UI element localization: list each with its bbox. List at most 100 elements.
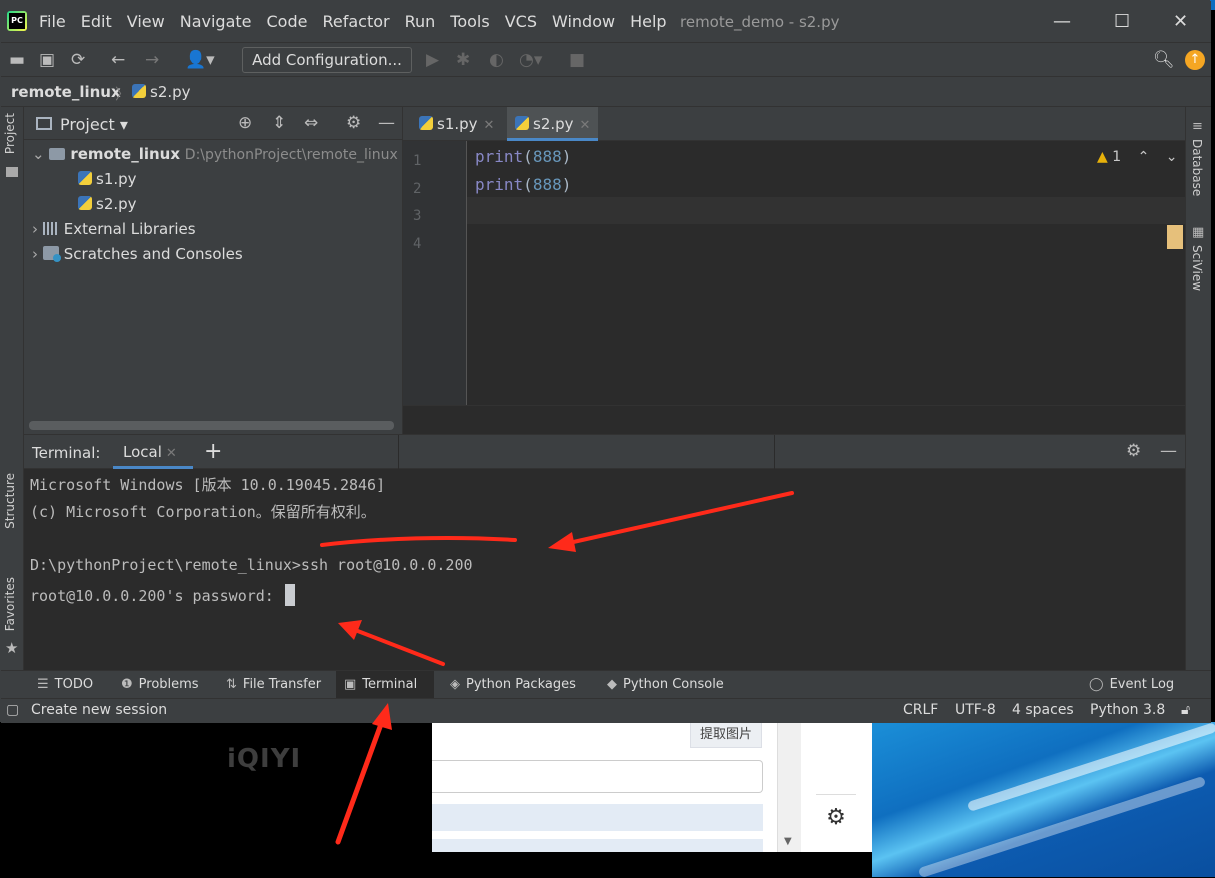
- tree-external-libraries[interactable]: › External Libraries: [32, 220, 196, 238]
- encoding-widget[interactable]: UTF-8: [955, 702, 996, 718]
- close-tab-icon[interactable]: ✕: [484, 118, 495, 133]
- inspection-widget[interactable]: ▲ 1 ⌃ ⌄: [1097, 149, 1178, 165]
- menu-vcs[interactable]: VCS: [505, 12, 537, 31]
- tab-label: s2.py: [533, 115, 574, 133]
- save-icon[interactable]: ▣: [39, 49, 55, 71]
- background-input[interactable]: [432, 760, 763, 793]
- open-folder-icon[interactable]: ▬: [9, 49, 25, 71]
- code-line[interactable]: print(888): [475, 147, 571, 166]
- debug-icon[interactable]: ✱: [456, 49, 470, 71]
- menu-run[interactable]: Run: [405, 12, 436, 31]
- menu-file[interactable]: File: [39, 12, 66, 31]
- menu-window[interactable]: Window: [552, 12, 615, 31]
- breadcrumb-project[interactable]: remote_linux: [11, 83, 121, 101]
- user-icon[interactable]: 👤▾: [185, 49, 215, 71]
- chevron-down-icon[interactable]: ⌄: [1166, 149, 1178, 165]
- problems-tool-button[interactable]: ❶ Problems: [113, 671, 207, 699]
- close-tab-icon[interactable]: ✕: [166, 446, 177, 461]
- list-icon: ☰: [37, 677, 49, 692]
- file-transfer-tool-button[interactable]: ⇅ File Transfer: [218, 671, 329, 699]
- tool-button-label: TODO: [54, 677, 94, 692]
- menu-help[interactable]: Help: [630, 12, 666, 31]
- profile-icon[interactable]: ◔▾: [519, 49, 542, 71]
- menu-tools[interactable]: Tools: [450, 12, 489, 31]
- line-number: 4: [413, 236, 422, 252]
- interpreter-widget[interactable]: Python 3.8: [1090, 702, 1165, 718]
- search-icon[interactable]: 🔍︎: [1153, 49, 1175, 71]
- structure-tool-tab[interactable]: Structure: [3, 473, 17, 529]
- gear-icon[interactable]: ⚙: [346, 113, 361, 133]
- tree-file[interactable]: s2.py: [78, 195, 137, 213]
- chevron-up-icon[interactable]: ⌃: [1138, 149, 1150, 165]
- extract-image-button[interactable]: 提取图片: [690, 722, 762, 748]
- sciview-icon: ▦: [1192, 225, 1205, 240]
- tree-scratches[interactable]: › Scratches and Consoles: [32, 245, 243, 263]
- breadcrumb-file[interactable]: s2.py: [132, 83, 191, 101]
- indent-widget[interactable]: 4 spaces: [1012, 702, 1074, 718]
- background-list-item[interactable]: [432, 804, 763, 831]
- close-button[interactable]: ✕: [1173, 11, 1188, 32]
- terminal-prompt-line: root@10.0.0.200's password:: [30, 584, 295, 606]
- code-paren: (: [523, 147, 533, 166]
- python-console-tool-button[interactable]: ◆ Python Console: [599, 671, 732, 699]
- menu-code[interactable]: Code: [267, 12, 308, 31]
- maximize-button[interactable]: ☐: [1114, 11, 1130, 32]
- run-icon[interactable]: ▶: [426, 49, 439, 71]
- python-packages-tool-button[interactable]: ◈ Python Packages: [442, 671, 584, 699]
- back-icon[interactable]: ←: [111, 49, 125, 71]
- event-log-tool-button[interactable]: ◯ Event Log: [1081, 671, 1182, 699]
- new-tab-icon[interactable]: +: [204, 439, 222, 464]
- coverage-icon[interactable]: ◐: [489, 49, 504, 71]
- menu-view[interactable]: View: [127, 12, 165, 31]
- background-list-item[interactable]: [432, 839, 763, 852]
- sync-icon[interactable]: ⟳: [71, 49, 85, 71]
- update-icon[interactable]: ↑: [1185, 50, 1205, 70]
- terminal-tool-button[interactable]: ▣ Terminal: [336, 671, 434, 699]
- background-scrollbar[interactable]: [777, 722, 801, 852]
- hide-icon[interactable]: —: [378, 113, 395, 133]
- line-separator-widget[interactable]: CRLF: [903, 702, 938, 718]
- project-tool-tab[interactable]: Project: [3, 113, 17, 154]
- tool-window-bar: ☰ TODO ❶ Problems ⇅ File Transfer ▣ Terminal…: [1, 670, 1211, 699]
- favorites-tool-tab[interactable]: Favorites: [3, 577, 17, 631]
- code-line[interactable]: print(888): [475, 175, 571, 194]
- code-paren: ): [561, 175, 572, 194]
- scroll-marker[interactable]: [1167, 225, 1183, 249]
- scroll-down-icon[interactable]: ▼: [784, 836, 792, 847]
- minimize-button[interactable]: —: [1053, 11, 1071, 32]
- expand-all-icon[interactable]: ⇕: [272, 113, 286, 133]
- code-function: print: [475, 147, 524, 166]
- tree-file[interactable]: s1.py: [78, 170, 137, 188]
- collapse-all-icon[interactable]: ⇔: [304, 113, 318, 133]
- tab-s2[interactable]: s2.py ✕: [507, 107, 599, 141]
- tree-root-label: remote_linux: [70, 145, 181, 163]
- todo-tool-button[interactable]: ☰ TODO: [29, 671, 101, 699]
- chevron-down-icon: ⌄: [32, 145, 50, 163]
- star-icon: ★: [5, 639, 19, 657]
- gear-icon[interactable]: ⚙: [1126, 441, 1141, 461]
- stop-icon[interactable]: ■: [569, 49, 585, 71]
- tool-button-label: Terminal: [362, 677, 418, 692]
- gear-icon[interactable]: ⚙: [816, 794, 856, 840]
- forward-icon[interactable]: →: [145, 49, 159, 71]
- add-configuration-button[interactable]: Add Configuration...: [242, 47, 412, 73]
- horizontal-scrollbar[interactable]: [29, 421, 394, 430]
- menu-edit[interactable]: Edit: [81, 12, 112, 31]
- menu-refactor[interactable]: Refactor: [322, 12, 389, 31]
- line-number: 3: [413, 208, 422, 224]
- tab-local[interactable]: Local ✕: [113, 435, 193, 469]
- panel-toggle-icon[interactable]: ▢: [6, 702, 19, 718]
- menu-navigate[interactable]: Navigate: [180, 12, 252, 31]
- lock-icon[interactable]: 🔓︎: [1181, 702, 1190, 718]
- sciview-tool-tab[interactable]: SciView: [1190, 245, 1204, 291]
- tree-root[interactable]: ⌄ remote_linux D:\pythonProject\remote_l…: [32, 145, 398, 163]
- database-tool-tab[interactable]: Database: [1190, 139, 1204, 196]
- line-gutter: 1 2 3 4: [403, 141, 467, 405]
- locate-icon[interactable]: ⊕: [238, 113, 252, 133]
- breadcrumb-file-label: s2.py: [150, 83, 191, 101]
- close-tab-icon[interactable]: ✕: [580, 118, 591, 133]
- terminal-output[interactable]: Microsoft Windows [版本 10.0.19045.2846] (…: [24, 469, 1185, 670]
- tab-s1[interactable]: s1.py ✕: [411, 107, 502, 141]
- hide-icon[interactable]: —: [1160, 441, 1177, 461]
- project-view-selector[interactable]: Project ▾: [60, 115, 128, 134]
